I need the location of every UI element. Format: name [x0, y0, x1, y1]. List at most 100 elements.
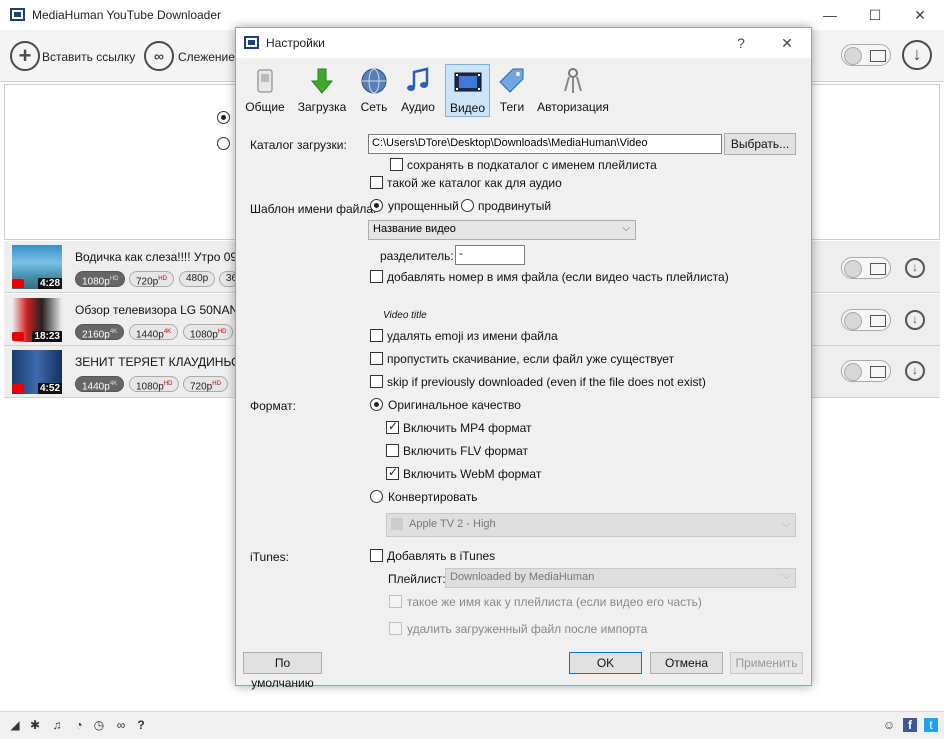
defaults-button[interactable]: По умолчанию: [243, 652, 322, 690]
chevron-down-icon: ⌵: [782, 519, 790, 530]
original-quality-radio[interactable]: [370, 398, 383, 411]
video-title: Обзор телевизора LG 50NANO79: [75, 303, 261, 317]
paste-link-icon[interactable]: +: [10, 41, 40, 71]
itunes-label: iTunes:: [250, 550, 289, 564]
quality-chip[interactable]: 1080pHD: [75, 271, 126, 287]
add-number-label: добавлять номер в имя файла (если видео …: [387, 270, 729, 284]
filename-preview: Video title: [383, 310, 427, 321]
duration-badge: 4:28: [37, 278, 62, 289]
twitter-icon[interactable]: t: [924, 718, 938, 732]
convert-preset-select[interactable]: Apple TV 2 - High ⌵: [386, 513, 796, 537]
film-icon: [454, 72, 481, 92]
binoculars-small-icon[interactable]: ∞: [114, 718, 128, 732]
quality-chip[interactable]: 2160p4K: [75, 324, 125, 340]
same-as-audio-checkbox[interactable]: [370, 176, 383, 189]
globe-icon: [361, 68, 387, 94]
remove-emoji-checkbox[interactable]: [370, 329, 383, 342]
skip-existing-checkbox[interactable]: [370, 352, 383, 365]
keys-icon: [564, 68, 582, 93]
simple-template-label: упрощенный: [388, 199, 459, 213]
download-icon[interactable]: ↓: [905, 361, 925, 381]
cancel-button[interactable]: Отмена: [650, 652, 723, 674]
quality-chip[interactable]: 1080pHD: [183, 324, 234, 340]
close-icon[interactable]: ✕: [905, 4, 935, 26]
chevron-down-icon: ⌵: [782, 571, 790, 582]
ok-button[interactable]: OK: [569, 652, 642, 674]
add-itunes-label: Добавлять в iTunes: [387, 549, 496, 563]
quality-chip[interactable]: 1440p4K: [129, 324, 179, 340]
save-subdir-checkbox[interactable]: [390, 158, 403, 171]
snail-icon[interactable]: ◔: [72, 718, 86, 732]
clock-icon[interactable]: ◷: [92, 718, 106, 732]
download-all-icon[interactable]: ↓: [902, 40, 932, 70]
music-icon[interactable]: ♫: [50, 718, 64, 732]
quality-chip[interactable]: 720pHD: [129, 271, 174, 287]
help-icon[interactable]: ?: [134, 718, 148, 732]
main-titlebar: MediaHuman YouTube Downloader — ☐ ✕: [0, 0, 944, 30]
dialog-titlebar: Настройки ? ✕: [236, 28, 811, 58]
duration-badge: 4:52: [37, 383, 62, 394]
simple-template-radio[interactable]: [370, 199, 383, 212]
arrow-down-icon: [310, 68, 334, 94]
main-option-radio[interactable]: [217, 137, 230, 150]
separator-input[interactable]: -: [455, 245, 525, 265]
skip-previous-checkbox[interactable]: [370, 375, 383, 388]
tab-audio[interactable]: Аудио: [398, 64, 438, 117]
help-button[interactable]: ?: [726, 32, 756, 54]
format-label: Формат:: [250, 399, 296, 413]
download-icon[interactable]: ↓: [905, 310, 925, 330]
gear-icon[interactable]: ✱: [28, 718, 42, 732]
webm-label: Включить WebM формат: [403, 467, 542, 481]
minimize-icon[interactable]: —: [815, 4, 845, 26]
main-option-radio[interactable]: [217, 111, 230, 124]
tab-network[interactable]: Сеть: [356, 64, 392, 117]
remove-emoji-label: удалять emoji из имени файла: [387, 329, 558, 343]
tab-general[interactable]: Общие: [242, 64, 288, 117]
convert-radio[interactable]: [370, 490, 383, 503]
facebook-icon[interactable]: f: [903, 718, 917, 732]
close-dialog-icon[interactable]: ✕: [772, 32, 802, 54]
delete-after-checkbox[interactable]: [389, 622, 402, 635]
quality-chip[interactable]: 1080pHD: [129, 376, 180, 392]
paste-link-button[interactable]: Вставить ссылку: [42, 50, 135, 64]
playlist-select[interactable]: Downloaded by MediaHuman ⌵: [445, 568, 796, 588]
tab-authorization[interactable]: Авторизация: [536, 64, 610, 117]
tracking-button[interactable]: Слежение: [178, 50, 235, 64]
people-icon[interactable]: ☺: [882, 718, 896, 732]
same-name-checkbox[interactable]: [389, 595, 402, 608]
item-toggle[interactable]: [841, 257, 891, 279]
maximize-icon[interactable]: ☐: [860, 4, 890, 26]
quality-chip[interactable]: 480p: [179, 271, 216, 287]
youtube-icon: [12, 332, 24, 341]
item-toggle[interactable]: [841, 309, 891, 331]
add-itunes-checkbox[interactable]: [370, 549, 383, 562]
playlist-select-value: Downloaded by MediaHuman: [450, 571, 595, 583]
advanced-template-radio[interactable]: [461, 199, 474, 212]
music-note-icon: [407, 67, 429, 91]
template-select-value: Название видео: [373, 223, 456, 235]
template-select[interactable]: Название видео ⌵: [368, 220, 636, 240]
resize-icon[interactable]: ◢: [8, 718, 22, 732]
webm-checkbox[interactable]: [386, 465, 399, 480]
download-icon[interactable]: ↓: [905, 258, 925, 278]
video-title: Водичка как слеза!!!! Утро 09.0: [75, 250, 248, 264]
binoculars-icon[interactable]: ∞: [144, 41, 174, 71]
video-thumbnail: 4:52: [12, 350, 62, 394]
tab-download[interactable]: Загрузка: [294, 64, 350, 117]
mp4-checkbox[interactable]: [386, 419, 399, 434]
tab-tags[interactable]: Теги: [494, 64, 530, 117]
apply-button[interactable]: Применить: [730, 652, 803, 674]
download-dir-input[interactable]: C:\Users\DTore\Desktop\Downloads\MediaHu…: [368, 134, 722, 154]
browse-button[interactable]: Выбрать...: [724, 133, 796, 155]
item-toggle[interactable]: [841, 360, 891, 382]
original-quality-label: Оригинальное качество: [388, 398, 521, 412]
quality-chip[interactable]: 720pHD: [183, 376, 228, 392]
video-mode-toggle[interactable]: [841, 44, 891, 66]
mp4-label: Включить MP4 формат: [403, 421, 532, 435]
quality-chip[interactable]: 1440p4K: [75, 376, 125, 392]
convert-label: Конвертировать: [388, 490, 478, 504]
add-number-checkbox[interactable]: [370, 270, 383, 283]
flv-checkbox[interactable]: [386, 444, 399, 457]
convert-preset-value: Apple TV 2 - High: [409, 518, 496, 530]
tab-video[interactable]: Видео: [445, 64, 490, 117]
